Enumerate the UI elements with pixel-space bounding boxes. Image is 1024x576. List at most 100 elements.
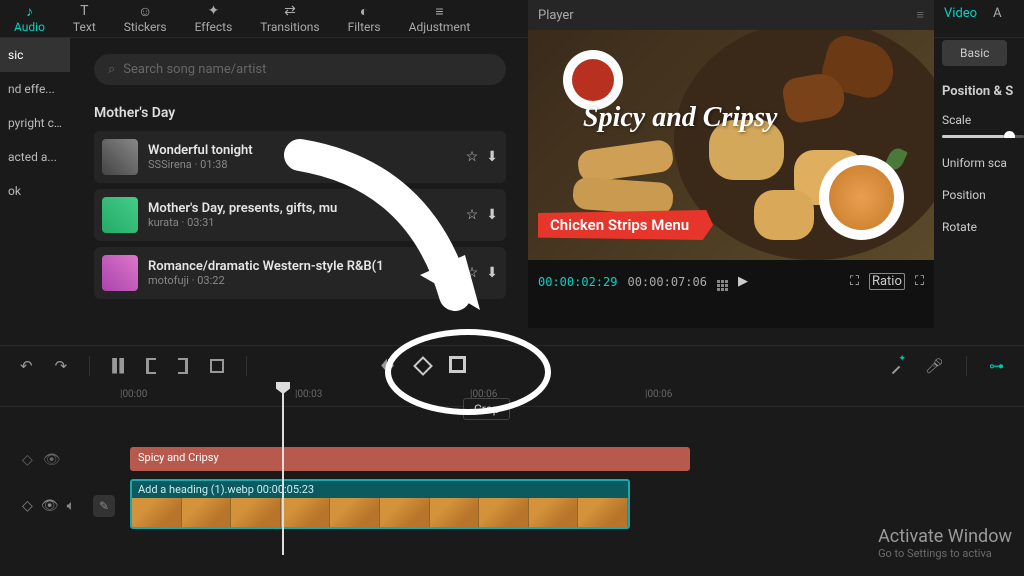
preview-strip (576, 139, 675, 184)
lock-icon[interactable]: ◇ (22, 498, 33, 514)
play-button[interactable]: ▶ (738, 274, 748, 289)
left-cat-1[interactable]: nd effe... (0, 72, 70, 106)
undo-button[interactable] (20, 357, 33, 375)
left-cat-4[interactable]: ok (0, 174, 70, 208)
favorite-icon[interactable]: ☆ (466, 265, 479, 281)
lock-icon[interactable]: ◇ (22, 452, 33, 468)
prop-tab-a[interactable]: A (993, 6, 1001, 24)
properties-panel: Basic Position & S Scale Uniform sca Pos… (934, 30, 1024, 252)
edit-button[interactable]: ✎ (93, 495, 115, 517)
rotate-button[interactable] (416, 359, 430, 373)
ruler-tick: |00:03 (295, 389, 322, 400)
preview-nugget (754, 190, 814, 240)
track-thumb (102, 139, 138, 175)
playhead[interactable] (282, 385, 284, 555)
clip-thumbnails (132, 498, 628, 529)
left-cat-0[interactable]: sic (0, 38, 70, 72)
split-button[interactable] (112, 358, 124, 374)
tab-transitions[interactable]: ⇄Transitions (246, 0, 333, 37)
tab-filters[interactable]: ◐Filters (334, 0, 395, 37)
text-clip[interactable]: Spicy and Cripsy (130, 447, 690, 471)
transitions-icon: ⇄ (284, 3, 296, 19)
player-panel: Spicy and Cripsy Chicken Strips Menu 00:… (528, 30, 934, 328)
track-thumb (102, 255, 138, 291)
track-thumb (102, 197, 138, 233)
effects-icon: ✦ (208, 3, 220, 19)
track-meta: motofuji · 03:22 (148, 274, 456, 287)
clip-label: Add a heading (1).webp 00:00:05:23 (132, 481, 628, 498)
favorite-icon[interactable]: ☆ (466, 207, 479, 223)
tab-adjustment[interactable]: ≡Adjustment (395, 0, 485, 37)
mic-icon[interactable]: 🎤︎ (925, 357, 944, 375)
preview-inset (819, 155, 904, 240)
download-icon[interactable]: ⬇ (486, 149, 498, 165)
prop-position[interactable]: Position (942, 188, 1024, 202)
preview-strip (572, 177, 674, 216)
audio-icon: ♪ (26, 3, 33, 19)
preview-subcaption: Chicken Strips Menu (538, 210, 713, 240)
magic-button[interactable] (889, 359, 903, 373)
timecode-total: 00:00:07:06 (627, 275, 706, 289)
tab-stickers[interactable]: ☺Stickers (110, 0, 181, 37)
track-title: Romance/dramatic Western-style R&B(1 (148, 259, 456, 274)
preview-headline: Spicy and Cripsy (583, 102, 777, 134)
track-row[interactable]: Romance/dramatic Western-style R&B(1 mot… (94, 247, 506, 299)
timecode-current: 00:00:02:29 (538, 275, 617, 289)
left-cat-3[interactable]: acted a... (0, 140, 70, 174)
audio-panel: ⌕ Search song name/artist Mother's Day W… (80, 38, 520, 305)
trim-left-button[interactable] (146, 358, 156, 374)
track-row[interactable]: Wonderful tonight SSSirena · 01:38 ☆ ⬇ (94, 131, 506, 183)
track-meta: SSSirena · 01:38 (148, 158, 456, 171)
visibility-icon[interactable]: 👁︎ (43, 452, 61, 468)
player-label: Player (538, 8, 574, 23)
fullscreen-icon[interactable]: ⛶ (915, 274, 924, 289)
ruler-tick: |00:06 (645, 389, 672, 400)
track-title: Mother's Day, presents, gifts, mu (148, 201, 456, 216)
properties-tabs: Video A (934, 0, 1024, 30)
video-clip[interactable]: Add a heading (1).webp 00:00:05:23 (130, 479, 630, 529)
crop-button[interactable] (452, 359, 466, 373)
focus-icon[interactable]: ⛶ (850, 274, 859, 289)
left-cat-2[interactable]: pyright c... (0, 106, 70, 140)
preview-sauce-bowl (563, 50, 623, 110)
tab-effects[interactable]: ✦Effects (181, 0, 247, 37)
timeline: |00:00 |00:03 |00:06 |00:06 ◇ 👁︎ Spicy an… (0, 385, 1024, 576)
download-icon[interactable]: ⬇ (486, 265, 498, 281)
prop-scale: Scale (942, 113, 1024, 138)
filters-icon: ◐ (360, 3, 368, 19)
basic-button[interactable]: Basic (942, 40, 1007, 66)
search-icon: ⌕ (108, 62, 115, 77)
ruler-tick: |00:00 (120, 389, 147, 400)
redo-button[interactable] (55, 357, 68, 375)
mute-icon[interactable]: 🔈︎ (67, 498, 75, 514)
tab-audio[interactable]: ♪Audio (0, 0, 59, 37)
favorite-icon[interactable]: ☆ (466, 149, 479, 165)
section-title: Mother's Day (94, 105, 506, 121)
download-icon[interactable]: ⬇ (486, 207, 498, 223)
track-meta: kurata · 03:31 (148, 216, 456, 229)
player-menu-icon[interactable]: ≡ (916, 7, 924, 23)
search-input[interactable]: ⌕ Search song name/artist (94, 54, 506, 85)
windows-watermark: Activate Window Go to Settings to activa (878, 526, 1012, 560)
grid-icon[interactable] (717, 272, 728, 291)
text-icon: T (80, 3, 88, 19)
mirror-button[interactable] (381, 359, 394, 373)
trim-right-button[interactable] (178, 358, 188, 374)
tab-text[interactable]: TText (59, 0, 110, 37)
adjustment-icon: ≡ (435, 3, 443, 19)
track-title: Wonderful tonight (148, 143, 456, 158)
prop-rotate[interactable]: Rotate (942, 220, 1024, 234)
group-position-size: Position & S (942, 84, 1024, 99)
left-categories: sic nd effe... pyright c... acted a... o… (0, 38, 70, 208)
ratio-button[interactable]: Ratio (869, 273, 905, 290)
crop-tooltip: Crop (463, 398, 510, 420)
link-icon[interactable]: ⊶ (989, 357, 1004, 375)
scale-slider[interactable] (942, 135, 1024, 138)
delete-button[interactable] (210, 359, 224, 373)
prop-uniform[interactable]: Uniform sca (942, 156, 1024, 170)
preview-canvas[interactable]: Spicy and Cripsy Chicken Strips Menu (528, 30, 934, 260)
time-ruler[interactable]: |00:00 |00:03 |00:06 |00:06 (0, 385, 1024, 407)
prop-tab-video[interactable]: Video (944, 6, 977, 24)
visibility-icon[interactable]: 👁︎ (41, 498, 59, 514)
track-row[interactable]: Mother's Day, presents, gifts, mu kurata… (94, 189, 506, 241)
